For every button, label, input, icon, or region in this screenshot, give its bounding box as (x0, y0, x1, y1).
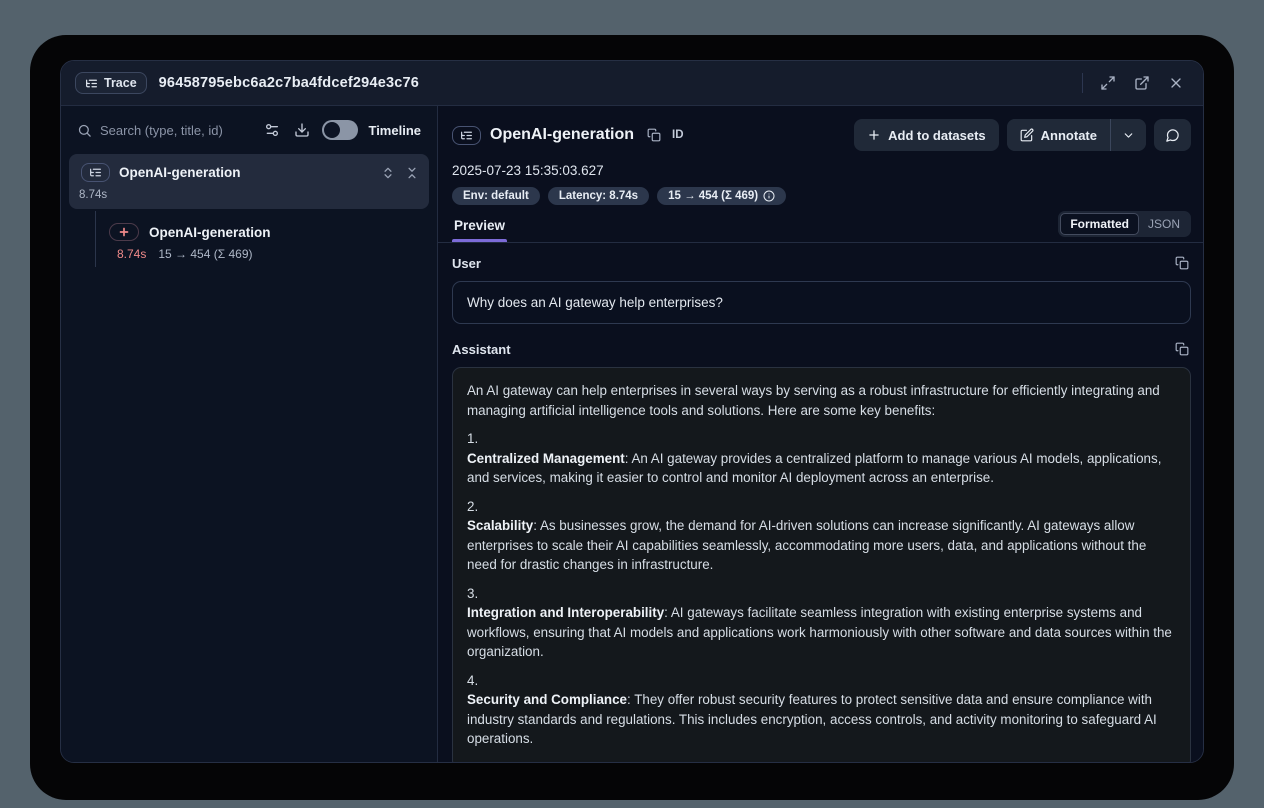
trace-id: 96458795ebc6a2c7ba4fdcef294e3c76 (159, 75, 419, 91)
io-preview-content: User Why does an AI gateway help enterpr… (438, 243, 1203, 762)
user-section-label: User (452, 256, 481, 271)
assistant-list-item: 1. Centralized Management: An AI gateway… (467, 429, 1176, 488)
trace-type-badge: Trace (75, 72, 147, 94)
timeline-toggle-label: Timeline (368, 123, 421, 138)
titlebar-actions (1082, 70, 1189, 96)
copy-icon (647, 128, 661, 142)
assistant-message[interactable]: An AI gateway can help enterprises in se… (452, 367, 1191, 762)
tree-node-actions (381, 166, 419, 180)
annotate-split-button: Annotate (1007, 119, 1146, 151)
root-node-duration: 8.74s (79, 189, 419, 201)
tree-node-generation[interactable]: OpenAI-generation 8.74s 15 → 454 (Σ 469) (69, 209, 429, 261)
modal-titlebar: Trace 96458795ebc6a2c7ba4fdcef294e3c76 (61, 61, 1203, 106)
assistant-list-item: 4. Security and Compliance: They offer r… (467, 671, 1176, 749)
generation-node-name: OpenAI-generation (149, 225, 429, 240)
timeline-toggle[interactable] (322, 120, 358, 140)
add-to-datasets-button[interactable]: Add to datasets (854, 119, 999, 151)
copy-id-button[interactable] (645, 126, 663, 144)
copy-user-button[interactable] (1173, 254, 1191, 272)
expand-button[interactable] (1095, 70, 1121, 96)
annotate-button[interactable]: Annotate (1007, 119, 1110, 151)
format-toggle-formatted[interactable]: Formatted (1060, 213, 1139, 235)
toggle-knob (324, 122, 340, 138)
chevrons-up-down-icon[interactable] (381, 166, 395, 180)
observation-type-icon (452, 126, 481, 145)
latency-badge: Latency: 8.74s (548, 187, 649, 205)
trace-tree: OpenAI-generation 8.74s (61, 150, 437, 261)
generation-node-icon (109, 223, 139, 241)
search-box[interactable] (77, 123, 252, 138)
tree-node-trace-root[interactable]: OpenAI-generation 8.74s (69, 154, 429, 209)
close-icon (1168, 75, 1184, 91)
trace-badge-label: Trace (104, 76, 137, 90)
observation-title: OpenAI-generation (490, 126, 634, 144)
id-label: ID (672, 129, 684, 141)
info-icon (763, 190, 775, 202)
assistant-section-label: Assistant (452, 342, 511, 357)
tab-preview[interactable]: Preview (452, 214, 507, 242)
root-node-name: OpenAI-generation (119, 165, 372, 180)
tab-preview-label: Preview (454, 218, 505, 233)
external-link-icon (1134, 75, 1150, 91)
assistant-section-header: Assistant (452, 340, 1191, 358)
divider (1082, 73, 1083, 93)
maximize-icon (1100, 75, 1116, 91)
assistant-list-item: 3. Integration and Interoperability: AI … (467, 584, 1176, 662)
edit-icon (1020, 128, 1034, 142)
active-tab-indicator (452, 239, 507, 242)
sidebar-toolbar: Timeline (61, 106, 437, 150)
observation-timestamp: 2025-07-23 15:35:03.627 (452, 163, 1191, 178)
annotate-dropdown-button[interactable] (1111, 119, 1146, 151)
generation-node-duration: 8.74s (117, 247, 146, 261)
tree-connector-line (95, 211, 96, 267)
filter-settings-button[interactable] (262, 120, 282, 140)
user-message: Why does an AI gateway help enterprises? (452, 281, 1191, 324)
download-button[interactable] (292, 120, 312, 140)
assistant-list-item: 2. Scalability: As businesses grow, the … (467, 497, 1176, 575)
download-icon (294, 122, 310, 138)
preview-tabs-row: Preview Formatted JSON (438, 205, 1203, 243)
close-button[interactable] (1163, 70, 1189, 96)
observation-detail-panel: OpenAI-generation ID (438, 106, 1203, 762)
plus-icon (867, 128, 881, 142)
trace-detail-modal: Trace 96458795ebc6a2c7ba4fdcef294e3c76 (60, 60, 1204, 763)
user-section-header: User (452, 254, 1191, 272)
list-tree-icon (85, 77, 98, 90)
assistant-list-item: 5. (467, 758, 1176, 763)
observation-header: OpenAI-generation ID (438, 106, 1203, 205)
annotate-label: Annotate (1041, 128, 1097, 143)
trace-tree-sidebar: Timeline OpenAI-generation (61, 106, 438, 762)
collapse-vertical-icon[interactable] (405, 166, 419, 180)
search-icon (77, 123, 92, 138)
copy-icon (1175, 256, 1189, 270)
generation-node-tokens: 15 → 454 (Σ 469) (158, 247, 252, 261)
add-to-datasets-label: Add to datasets (888, 128, 986, 143)
env-badge: Env: default (452, 187, 540, 205)
comments-button[interactable] (1154, 119, 1191, 151)
format-toggle: Formatted JSON (1058, 211, 1191, 237)
copy-icon (1175, 342, 1189, 356)
assistant-intro: An AI gateway can help enterprises in se… (467, 381, 1176, 420)
copy-assistant-button[interactable] (1173, 340, 1191, 358)
token-usage-badge[interactable]: 15 → 454 (Σ 469) (657, 187, 786, 205)
chevron-down-icon (1122, 129, 1135, 142)
trace-node-icon (81, 163, 110, 182)
open-in-new-button[interactable] (1129, 70, 1155, 96)
observation-badges: Env: default Latency: 8.74s 15 → 454 (Σ … (452, 187, 1191, 205)
observation-actions: Add to datasets Annotate (854, 119, 1191, 151)
sliders-icon (264, 122, 280, 138)
format-toggle-json[interactable]: JSON (1139, 214, 1189, 234)
search-input[interactable] (100, 123, 230, 138)
comment-bubble-icon (1165, 128, 1180, 143)
